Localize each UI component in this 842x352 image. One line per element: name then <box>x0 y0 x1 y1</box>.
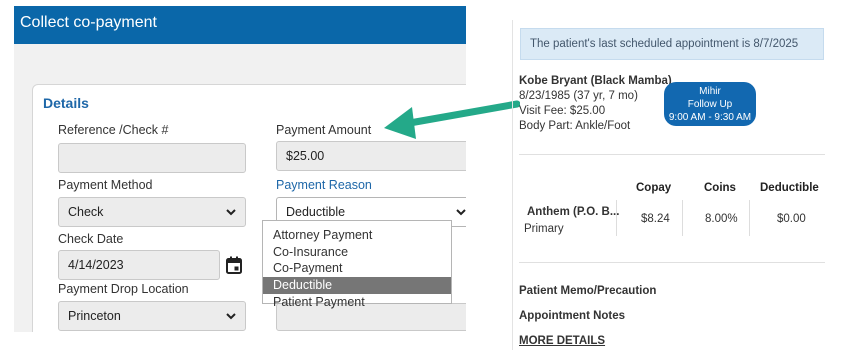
patient-dob: 8/23/1985 (37 yr, 7 mo) <box>519 90 638 102</box>
coins-value: 8.00% <box>705 213 738 225</box>
appointment-type: Follow Up <box>687 99 733 110</box>
deductible-header: Deductible <box>760 182 819 194</box>
chevron-down-icon <box>226 209 236 216</box>
copay-value: $8.24 <box>641 213 670 225</box>
annotation-arrow-icon <box>384 100 520 139</box>
more-details-link[interactable]: MORE DETAILS <box>519 335 605 347</box>
appointment-notes-heading[interactable]: Appointment Notes <box>519 310 625 322</box>
drop-location-select[interactable]: Princeton <box>58 301 246 331</box>
drop-location-label: Payment Drop Location <box>58 282 189 296</box>
option-co-insurance[interactable]: Co-Insurance <box>263 244 451 261</box>
chevron-down-icon <box>456 209 466 216</box>
payment-method-label: Payment Method <box>58 178 153 192</box>
payment-amount-label: Payment Amount <box>276 123 372 137</box>
reference-input[interactable] <box>58 143 246 173</box>
last-appointment-banner: The patient's last scheduled appointment… <box>520 28 824 60</box>
payment-reason-value: Deductible <box>286 205 346 219</box>
column-divider <box>682 200 683 236</box>
modal-title: Collect co-payment <box>14 6 466 44</box>
payment-method-select[interactable]: Check <box>58 197 246 227</box>
patient-name: Kobe Bryant (Black Mamba) <box>519 75 672 87</box>
appointment-time: 9:00 AM - 9:30 AM <box>668 112 752 123</box>
payment-amount-input[interactable]: $25.00 <box>276 141 466 171</box>
reference-label: Reference /Check # <box>58 123 169 137</box>
insurance-plan-name: Anthem (P.O. B... <box>527 206 620 218</box>
insurance-plan-type: Primary <box>524 223 564 235</box>
divider <box>519 262 825 263</box>
calendar-icon[interactable] <box>226 256 242 274</box>
check-date-input[interactable]: 4/14/2023 <box>58 250 220 280</box>
appointment-pill[interactable]: Mihir Follow Up 9:00 AM - 9:30 AM <box>664 82 756 126</box>
payment-reason-label: Payment Reason <box>276 178 372 192</box>
column-divider <box>749 200 750 236</box>
column-divider <box>616 200 617 236</box>
body-part: Body Part: Ankle/Foot <box>519 120 631 132</box>
payment-reason-options: Attorney Payment Co-Insurance Co-Payment… <box>262 220 452 309</box>
patient-panel: The patient's last scheduled appointment… <box>512 20 831 350</box>
payment-method-value: Check <box>68 205 104 219</box>
drop-location-value: Princeton <box>68 309 121 323</box>
option-patient-payment[interactable]: Patient Payment <box>263 294 451 311</box>
patient-memo-heading[interactable]: Patient Memo/Precaution <box>519 285 656 297</box>
option-co-payment[interactable]: Co-Payment <box>263 260 451 277</box>
check-date-label: Check Date <box>58 232 124 246</box>
details-title: Details <box>43 95 89 111</box>
deductible-value: $0.00 <box>777 213 806 225</box>
option-deductible[interactable]: Deductible <box>263 277 451 294</box>
appointment-provider: Mihir <box>699 86 721 97</box>
coins-header: Coins <box>704 182 736 194</box>
divider <box>519 154 825 155</box>
chevron-down-icon <box>226 313 236 320</box>
option-attorney-payment[interactable]: Attorney Payment <box>263 227 451 244</box>
copay-header: Copay <box>636 182 672 194</box>
visit-fee: Visit Fee: $25.00 <box>519 105 606 117</box>
